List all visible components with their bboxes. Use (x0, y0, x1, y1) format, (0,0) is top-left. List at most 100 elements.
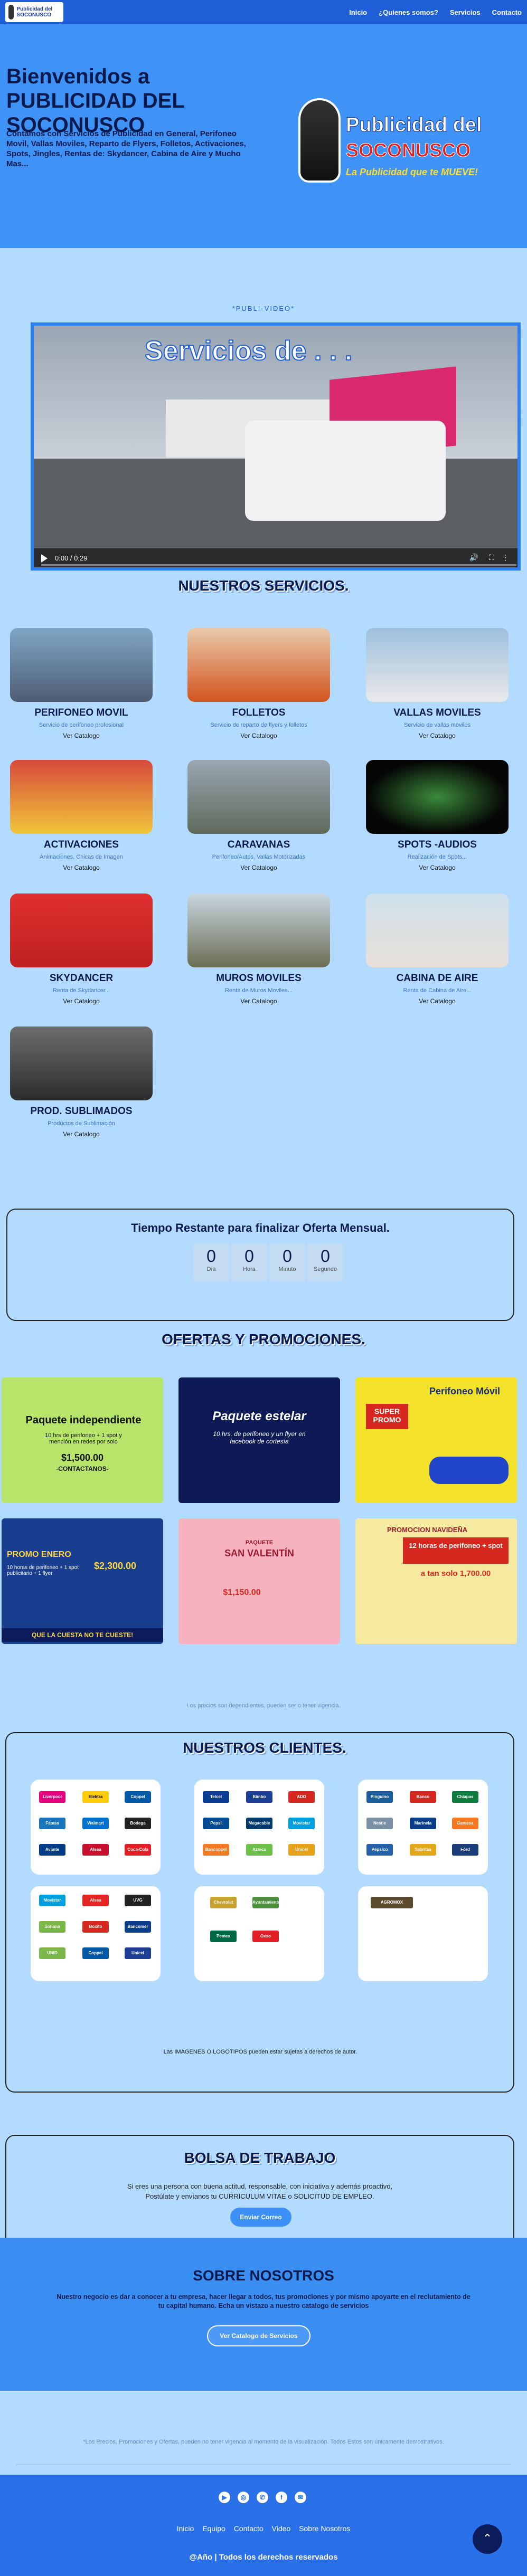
send-email-button[interactable]: Enviar Correo (230, 2208, 291, 2227)
offer-card[interactable]: PAQUETE SAN VALENTÍN $1,150.00 (178, 1518, 340, 1644)
instagram-icon[interactable]: ◎ (238, 2492, 249, 2503)
client-logo: Oxxo (252, 1931, 279, 1942)
logo-slogan: La Publicidad que te MUEVE! (346, 167, 478, 177)
service-image[interactable] (366, 893, 509, 967)
service-catalog-link[interactable]: Ver Catalogo (366, 997, 509, 1005)
footer: ▶ ◎ ✆ f ✉ Inicio Equipo Contacto Video S… (0, 2475, 527, 2576)
client-logo: Boxito (82, 1921, 109, 1933)
video-progress-bar[interactable] (41, 564, 516, 566)
service-card: SKYDANCER Renta de Skydancer... Ver Cata… (10, 893, 153, 1005)
footer-link-video[interactable]: Video (272, 2524, 291, 2533)
services-title: NUESTROS SERVICIOS. (178, 577, 349, 594)
offer-sub: SUPER PROMO (366, 1404, 408, 1429)
client-logo: Coppel (125, 1791, 151, 1803)
client-logo: Unicel (288, 1844, 315, 1856)
offer-card[interactable]: PROMO ENERO 10 horas de perifoneo + 1 sp… (2, 1518, 163, 1644)
mail-icon[interactable]: ✉ (295, 2492, 306, 2503)
job-board-text: Si eres una persona con buena actitud, r… (6, 2181, 513, 2201)
service-catalog-link[interactable]: Ver Catalogo (187, 732, 330, 739)
service-image[interactable] (366, 760, 509, 834)
social-icons: ▶ ◎ ✆ f ✉ (219, 2492, 306, 2503)
more-options-icon[interactable]: ⋮ (502, 553, 509, 562)
service-desc: Productos de Sublimación (48, 1120, 115, 1127)
microphone-icon (8, 5, 14, 20)
client-logos-card: Telcel Bimbo ADO Pepsi Megacable Movista… (194, 1780, 324, 1875)
client-logo: AGROMOX (371, 1897, 413, 1908)
hero-title: Bienvenidos a PUBLICIDAD DEL SOCONUSCO (6, 65, 185, 137)
play-icon[interactable] (41, 554, 48, 563)
service-card: CARAVANAS Perifoneo/Autos, Vallas Motori… (187, 760, 330, 871)
promo-video[interactable]: Servicios de . . . 0:00 / 0:29 🔊 ⛶ ⋮ (31, 322, 521, 571)
client-logo: Pepsi (203, 1818, 229, 1829)
footer-link-inicio[interactable]: Inicio (177, 2524, 194, 2533)
about-line-2: tu capital humano. Echa un vistazo a nue… (158, 2302, 369, 2309)
clients-section: NUESTROS CLIENTES. Liverpool Elektra Cop… (5, 1732, 514, 2093)
service-desc: Servicio de vallas moviles (404, 722, 470, 728)
nav-link-servicios[interactable]: Servicios (450, 8, 481, 16)
footer-link-contacto[interactable]: Contacto (234, 2524, 264, 2533)
offer-card[interactable]: Paquete estelar 10 hrs. de perifoneo y u… (178, 1377, 340, 1503)
service-catalog-link[interactable]: Ver Catalogo (10, 864, 153, 871)
countdown-label: Hora (243, 1266, 256, 1272)
nav-link-inicio[interactable]: Inicio (349, 8, 367, 16)
service-image[interactable] (187, 628, 330, 702)
service-catalog-link[interactable]: Ver Catalogo (10, 997, 153, 1005)
client-logo: Walmart (82, 1818, 109, 1829)
video-frame-truck (245, 421, 446, 521)
service-name: ACTIVACIONES (43, 839, 119, 850)
price-disclaimer: *Los Precios, Promociones y Ofertas, pue… (83, 2439, 444, 2445)
service-catalog-link[interactable]: Ver Catalogo (187, 864, 330, 871)
service-name: CABINA DE AIRE (396, 973, 478, 984)
service-catalog-link[interactable]: Ver Catalogo (366, 864, 509, 871)
service-catalog-link[interactable]: Ver Catalogo (10, 1130, 153, 1138)
client-logo: Ayuntamiento (252, 1897, 279, 1908)
service-image[interactable] (10, 1026, 153, 1100)
service-name: PROD. SUBLIMADOS (30, 1106, 133, 1117)
client-logo: Liverpool (39, 1791, 65, 1803)
view-catalog-button[interactable]: Ver Catalogo de Servicios (207, 2325, 310, 2346)
service-image[interactable] (366, 628, 509, 702)
service-card: FOLLETOS Servicio de reparto de flyers y… (187, 628, 330, 739)
service-image[interactable] (187, 893, 330, 967)
fullscreen-icon[interactable]: ⛶ (489, 553, 494, 562)
youtube-icon[interactable]: ▶ (219, 2492, 230, 2503)
footer-link-sobre-nosotros[interactable]: Sobre Nosotros (299, 2524, 350, 2533)
car-icon (429, 1457, 509, 1484)
client-logo: Gamesa (452, 1818, 478, 1829)
footer-link-equipo[interactable]: Equipo (202, 2524, 225, 2533)
site-logo[interactable]: Publicidad del SOCONUSCO (5, 2, 63, 22)
client-logo: Bimbo (246, 1791, 272, 1803)
countdown-title: Tiempo Restante para finalizar Oferta Me… (131, 1221, 390, 1234)
hero-section: Bienvenidos a PUBLICIDAD DEL SOCONUSCO C… (0, 24, 527, 248)
service-catalog-link[interactable]: Ver Catalogo (366, 732, 509, 739)
volume-icon[interactable]: 🔊 (469, 553, 478, 562)
offer-card[interactable]: Perifoneo Móvil SUPER PROMO (355, 1377, 517, 1503)
service-image[interactable] (187, 760, 330, 834)
client-logos-card: Chevrolet Ayuntamiento Pemex Oxxo (194, 1886, 324, 1981)
service-image[interactable] (10, 628, 153, 702)
client-logo: UVG (125, 1895, 151, 1906)
offers-title: OFERTAS Y PROMOCIONES. (162, 1331, 365, 1347)
job-board-line-2: Postúlate y envíanos tu CURRICULUM VITAE… (145, 2192, 374, 2200)
countdown-days: 0 Día (193, 1243, 229, 1281)
client-logo: Pepsico (366, 1844, 393, 1856)
service-catalog-link[interactable]: Ver Catalogo (10, 732, 153, 739)
nav-link-contacto[interactable]: Contacto (492, 8, 522, 16)
service-name: MUROS MOVILES (216, 973, 302, 984)
about-section: SOBRE NOSOTROS Nuestro negocio es dar a … (0, 2238, 527, 2391)
offer-card[interactable]: Paquete independiente 10 hrs de perifone… (2, 1377, 163, 1503)
countdown-boxes: 0 Día 0 Hora 0 Minuto 0 Segundo (193, 1243, 343, 1281)
facebook-icon[interactable]: f (276, 2492, 287, 2503)
service-catalog-link[interactable]: Ver Catalogo (187, 997, 330, 1005)
client-logo: UNID (39, 1947, 65, 1959)
service-image[interactable] (10, 760, 153, 834)
scroll-to-top-button[interactable]: ⌃ (473, 2524, 502, 2554)
service-image[interactable] (10, 893, 153, 967)
client-logo: Sabritas (410, 1844, 436, 1856)
offer-extra: QUE LA CUESTA NO TE CUESTE! (2, 1628, 163, 1642)
microphone-icon (298, 98, 341, 183)
countdown-value: 0 (244, 1247, 254, 1266)
whatsapp-icon[interactable]: ✆ (257, 2492, 268, 2503)
nav-link-quienes-somos[interactable]: ¿Quienes somos? (379, 8, 438, 16)
offer-card[interactable]: PROMOCION NAVIDEÑA 12 horas de perifoneo… (355, 1518, 517, 1644)
